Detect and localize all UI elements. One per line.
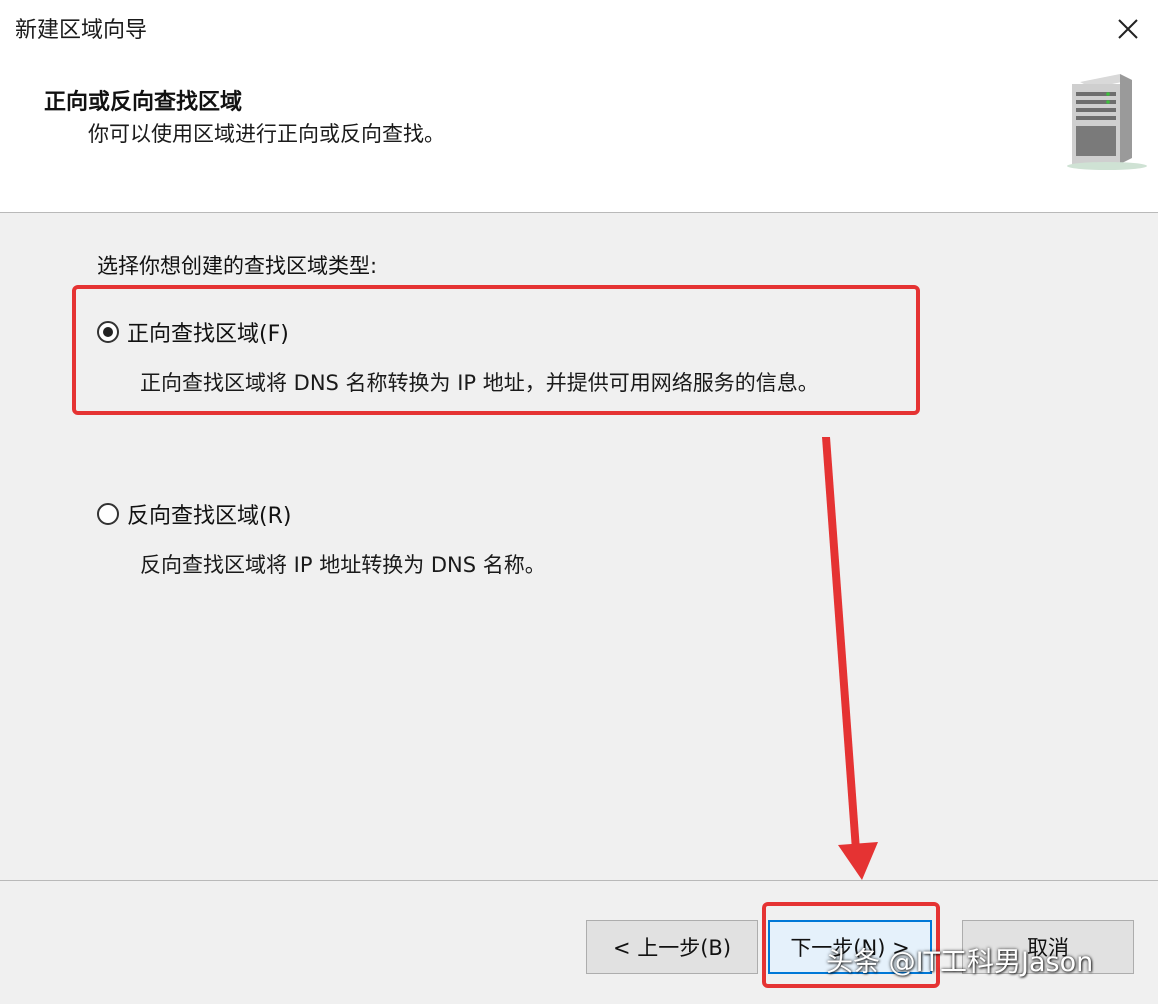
- reverse-lookup-zone-label: 反向查找区域(R): [127, 504, 292, 529]
- footer-divider: [0, 880, 1158, 881]
- zone-type-prompt: 选择你想创建的查找区域类型:: [97, 254, 378, 278]
- close-button[interactable]: [1098, 0, 1158, 58]
- server-icon: [1067, 74, 1147, 170]
- back-button[interactable]: < 上一步(B): [586, 920, 758, 974]
- wizard-header: 正向或反向查找区域 你可以使用区域进行正向或反向查找。: [0, 58, 1158, 213]
- forward-option-highlight: [72, 285, 920, 415]
- window-title: 新建区域向导: [15, 18, 148, 43]
- reverse-lookup-zone-radio[interactable]: 反向查找区域(R): [97, 498, 291, 530]
- watermark: 头条 @IT工科男Jason: [826, 947, 1094, 978]
- page-subtitle: 你可以使用区域进行正向或反向查找。: [88, 122, 445, 146]
- radio-unselected-icon: [97, 503, 119, 525]
- close-icon: [1118, 19, 1138, 39]
- page-title: 正向或反向查找区域: [44, 90, 243, 115]
- reverse-lookup-zone-description: 反向查找区域将 IP 地址转换为 DNS 名称。: [140, 553, 546, 577]
- title-bar: 新建区域向导: [0, 0, 1158, 58]
